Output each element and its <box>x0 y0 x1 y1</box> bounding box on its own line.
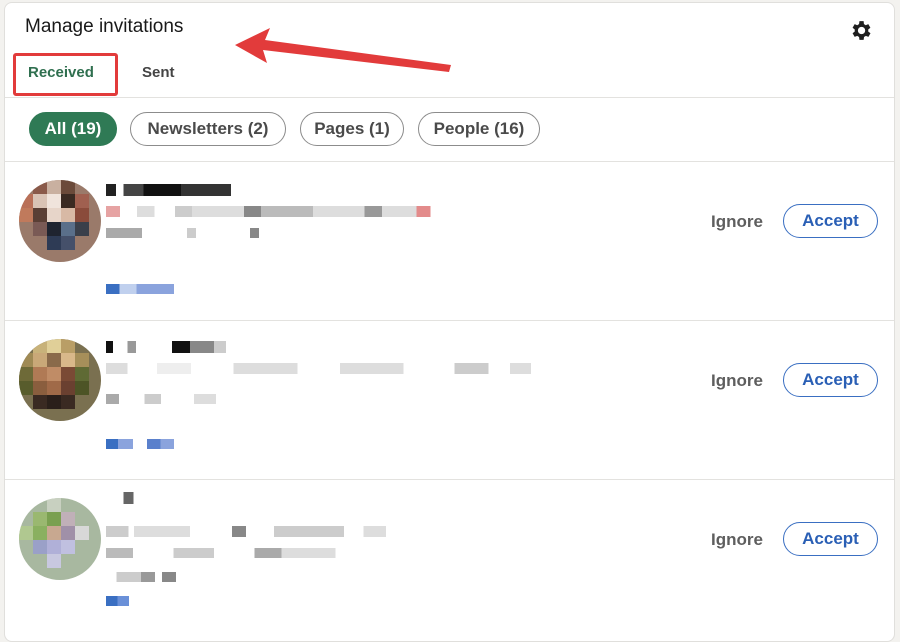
invitation-row: Ignore Accept <box>5 321 894 479</box>
blurred-headline <box>106 206 451 217</box>
avatar[interactable] <box>19 180 101 262</box>
divider <box>5 97 894 98</box>
blurred-mutual-connections <box>106 596 129 606</box>
tab-sent[interactable]: Sent <box>142 64 175 81</box>
annotation-highlight-box <box>13 53 118 96</box>
avatar[interactable] <box>19 339 101 421</box>
filter-people[interactable]: People (16) <box>418 112 540 146</box>
ignore-button[interactable]: Ignore <box>711 371 763 391</box>
blurred-name <box>106 492 156 504</box>
blurred-subtitle <box>106 228 286 238</box>
accept-button[interactable]: Accept <box>783 204 878 238</box>
blurred-headline <box>106 363 531 374</box>
blurred-detail <box>106 572 176 582</box>
filter-all[interactable]: All (19) <box>29 112 117 146</box>
blurred-headline <box>106 526 386 537</box>
blurred-subtitle <box>106 548 376 558</box>
ignore-button[interactable]: Ignore <box>711 212 763 232</box>
blurred-mutual-connections <box>106 284 174 294</box>
invitation-row: Ignore Accept <box>5 162 894 320</box>
page-title: Manage invitations <box>25 16 184 37</box>
blurred-mutual-connections <box>106 439 174 449</box>
avatar[interactable] <box>19 498 101 580</box>
blurred-name <box>106 341 226 353</box>
accept-button[interactable]: Accept <box>783 522 878 556</box>
gear-icon[interactable] <box>848 18 873 43</box>
blurred-subtitle <box>106 394 216 404</box>
invitation-row: Ignore Accept <box>5 480 894 638</box>
filter-newsletters[interactable]: Newsletters (2) <box>130 112 286 146</box>
annotation-arrow-icon <box>235 28 451 72</box>
filter-pages[interactable]: Pages (1) <box>300 112 404 146</box>
ignore-button[interactable]: Ignore <box>711 530 763 550</box>
accept-button[interactable]: Accept <box>783 363 878 397</box>
blurred-name <box>106 184 231 196</box>
